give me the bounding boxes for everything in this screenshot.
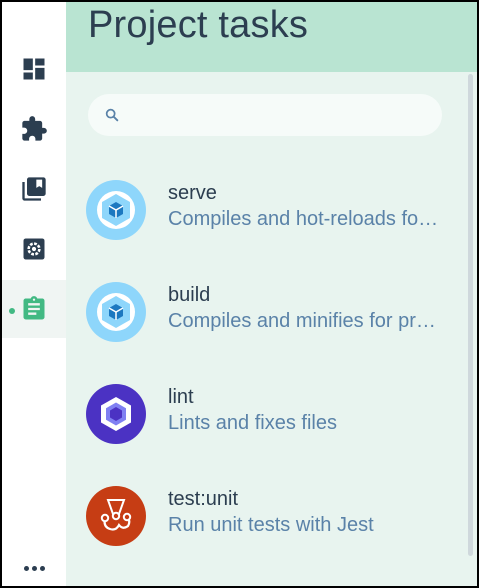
task-item-lint[interactable]: lint Lints and fixes files <box>86 378 446 448</box>
eslint-icon <box>86 384 146 444</box>
task-description: Lints and fixes files <box>168 412 337 434</box>
main-panel: Project tasks serve Compiles and hot-rel… <box>66 2 477 586</box>
task-name: lint <box>168 386 194 408</box>
sidebar-item-tasks[interactable] <box>2 280 66 338</box>
sidebar-item-dashboard[interactable] <box>2 40 66 98</box>
task-description: Run unit tests with Jest <box>168 514 374 536</box>
active-indicator <box>9 308 15 314</box>
more-horiz-icon[interactable] <box>2 554 66 582</box>
scrollbar[interactable] <box>468 74 473 556</box>
page-header: Project tasks <box>66 2 477 72</box>
task-item-build[interactable]: build Compiles and minifies for producti… <box>86 276 446 346</box>
dashboard-icon <box>23 58 45 80</box>
page-title: Project tasks <box>88 4 309 46</box>
window-frame: Project tasks serve Compiles and hot-rel… <box>0 0 479 588</box>
task-name: test:unit <box>168 488 239 510</box>
task-description: Compiles and hot-reloads for development <box>168 208 444 230</box>
task-item-test-unit[interactable]: test:unit Run unit tests with Jest <box>86 480 446 550</box>
puzzle-icon <box>22 116 47 141</box>
sidebar-item-dependencies[interactable] <box>2 160 66 218</box>
search-input[interactable] <box>130 100 420 130</box>
search-box[interactable] <box>88 94 442 136</box>
jest-icon <box>86 486 146 546</box>
settings-box-icon <box>23 238 45 260</box>
webpack-icon <box>86 282 146 342</box>
dot <box>31 565 37 571</box>
library-books-icon <box>22 177 46 201</box>
sidebar <box>2 2 66 586</box>
task-name: serve <box>168 182 217 204</box>
dot <box>23 565 29 571</box>
search-icon <box>105 108 119 122</box>
sidebar-item-plugins[interactable] <box>2 100 66 158</box>
clipboard-icon <box>23 296 45 320</box>
task-item-serve[interactable]: serve Compiles and hot-reloads for devel… <box>86 174 446 244</box>
sidebar-item-configuration[interactable] <box>2 220 66 278</box>
task-description: Compiles and minifies for production <box>168 310 444 332</box>
task-name: build <box>168 284 211 306</box>
dot <box>39 565 45 571</box>
webpack-icon <box>86 180 146 240</box>
